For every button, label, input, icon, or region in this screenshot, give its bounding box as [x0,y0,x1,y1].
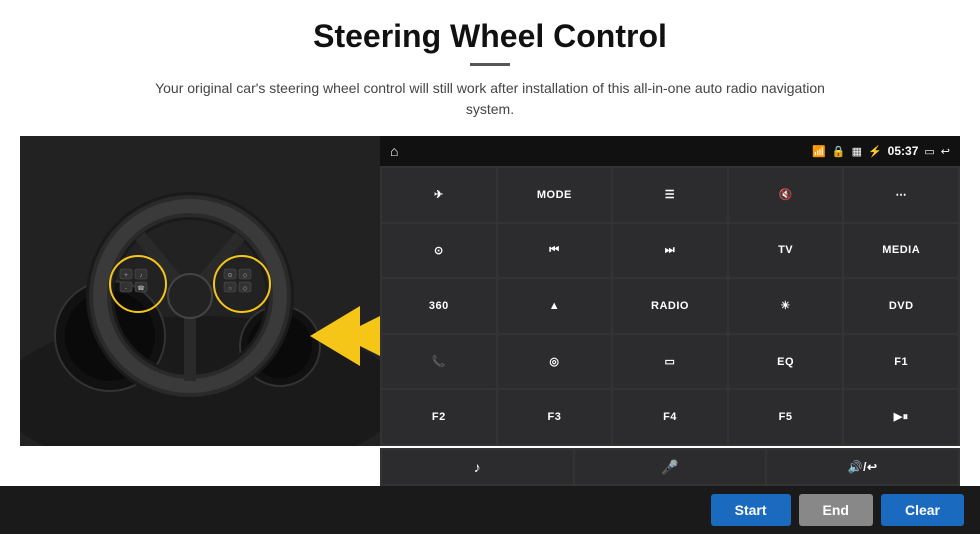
grid-btn-2-1[interactable]: ⊙ [382,224,496,278]
clear-button[interactable]: Clear [881,494,964,526]
grid-btn-4-4[interactable]: EQ [729,335,843,389]
page-subtitle: Your original car's steering wheel contr… [140,78,840,120]
screen-icon[interactable]: ▭ [924,145,934,158]
extra-left-spacer [20,448,380,486]
grid-btn-5-1[interactable]: F2 [382,390,496,444]
svg-text:♪: ♪ [140,273,143,279]
main-content: km/h + [20,136,960,446]
grid-btn-4-1[interactable]: 📞 [382,335,496,389]
status-right: 📶 🔒 ▦ ⚡ 05:37 ▭ ↩ [812,144,950,158]
btn-phone-end[interactable]: 🔊/↩ [767,450,958,484]
grid-btn-2-2[interactable]: ⏮ [498,224,612,278]
status-left: ⌂ [390,143,398,159]
grid-btn-5-2[interactable]: F3 [498,390,612,444]
grid-btn-2-5[interactable]: MEDIA [844,224,958,278]
grid-btn-4-3[interactable]: ▭ [613,335,727,389]
status-bar: ⌂ 📶 🔒 ▦ ⚡ 05:37 ▭ ↩ [380,136,960,166]
end-button[interactable]: End [799,494,873,526]
page-wrapper: Steering Wheel Control Your original car… [0,0,980,544]
grid-btn-4-5[interactable]: F1 [844,335,958,389]
svg-text:+: + [124,273,128,279]
page-title: Steering Wheel Control [313,18,667,55]
btn-music[interactable]: ♪ [382,450,573,484]
sd-icon: ▦ [852,145,862,158]
grid-btn-1-4[interactable]: 🔇 [729,168,843,222]
extra-bottom-section: ♪ 🎤 🔊/↩ [20,448,960,486]
svg-text:○: ○ [228,286,232,292]
grid-btn-2-4[interactable]: TV [729,224,843,278]
grid-btn-1-2[interactable]: MODE [498,168,612,222]
svg-text:⊙: ⊙ [227,273,232,279]
wifi-icon: 📶 [812,145,826,158]
svg-text:◇: ◇ [243,273,248,279]
btn-mic[interactable]: 🎤 [575,450,766,484]
grid-btn-1-1[interactable]: ✈ [382,168,496,222]
grid-btn-3-2[interactable]: ▲ [498,279,612,333]
grid-btn-1-5[interactable]: ⋯ [844,168,958,222]
steering-wheel-svg: km/h + [20,136,380,446]
bottom-bar: Start End Clear [0,486,980,534]
grid-btn-1-3[interactable]: ☰ [613,168,727,222]
start-button[interactable]: Start [711,494,791,526]
home-icon[interactable]: ⌂ [390,143,398,159]
bt-icon: ⚡ [868,145,882,158]
svg-text:◇: ◇ [243,286,248,292]
grid-btn-5-4[interactable]: F5 [729,390,843,444]
grid-btn-5-3[interactable]: F4 [613,390,727,444]
back-icon[interactable]: ↩ [941,145,950,158]
svg-text:-: - [125,286,127,292]
title-underline [470,63,510,66]
time-display: 05:37 [888,144,919,158]
steering-wheel-image: km/h + [20,136,380,446]
grid-btn-3-4[interactable]: ☀ [729,279,843,333]
extra-icon-row: ♪ 🎤 🔊/↩ [380,448,960,486]
svg-text:☎: ☎ [137,285,145,292]
lock-icon: 🔒 [832,145,846,158]
grid-btn-3-1[interactable]: 360 [382,279,496,333]
extra-right: ♪ 🎤 🔊/↩ [380,448,960,486]
android-panel: ⌂ 📶 🔒 ▦ ⚡ 05:37 ▭ ↩ ✈MODE☰🔇⋯ ⊙⏮⏭TVMEDIA 36… [380,136,960,446]
grid-btn-3-3[interactable]: RADIO [613,279,727,333]
grid-btn-3-5[interactable]: DVD [844,279,958,333]
grid-btn-5-5[interactable]: ▶⏸ [844,390,958,444]
grid-btn-4-2[interactable]: ◎ [498,335,612,389]
button-grid: ✈MODE☰🔇⋯ ⊙⏮⏭TVMEDIA 360▲RADIO☀DVD 📞◎▭EQF1 F2… [380,166,960,446]
grid-btn-2-3[interactable]: ⏭ [613,224,727,278]
